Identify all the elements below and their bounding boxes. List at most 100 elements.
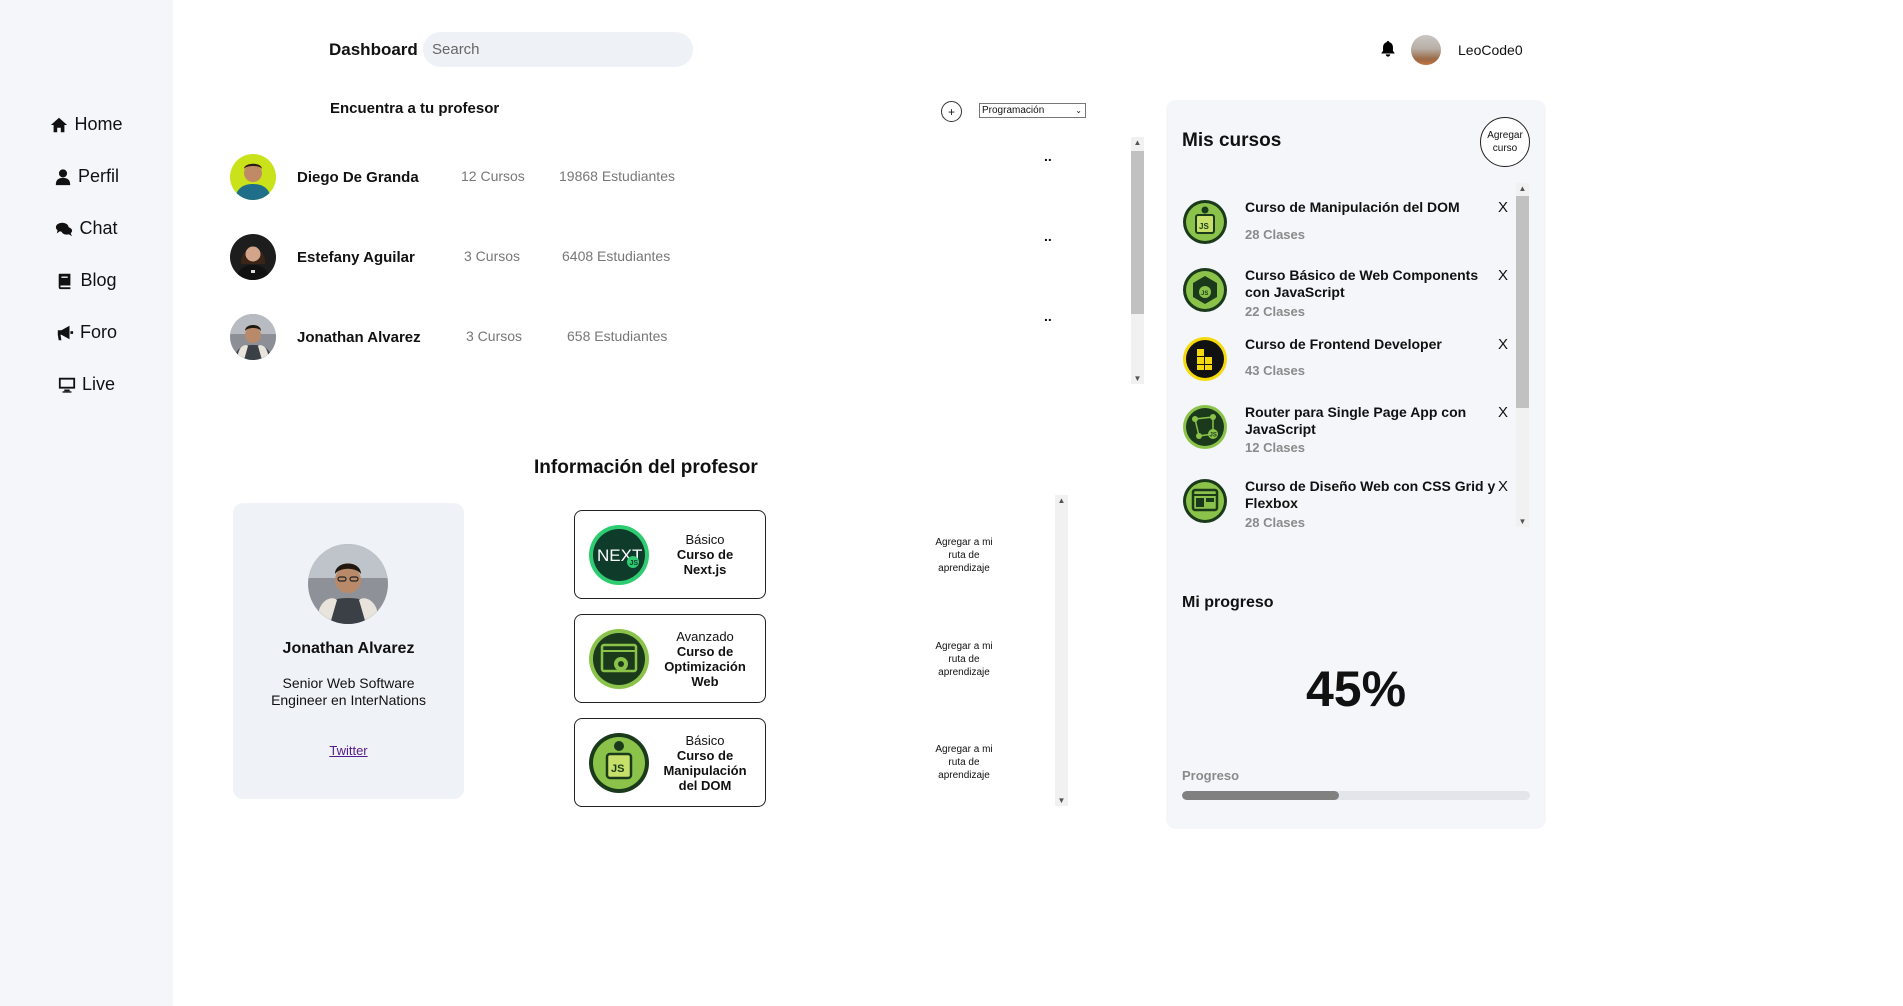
frontend-icon (1183, 337, 1227, 381)
progress-bar (1182, 791, 1530, 800)
remove-course-button[interactable]: X (1498, 267, 1508, 284)
my-course-classes: 43 Clases (1245, 363, 1305, 378)
add-button[interactable]: + (941, 101, 962, 122)
svg-text:JS: JS (611, 763, 624, 775)
add-to-route-button[interactable]: Agregar a mi ruta de aprendizaje (926, 743, 1002, 782)
teachers-scrollbar[interactable]: ▲ ▼ (1131, 137, 1144, 384)
teacher-students: 658 Estudiantes (567, 328, 668, 344)
category-select[interactable]: Programación ⌄ (979, 103, 1086, 118)
scroll-down-icon[interactable]: ▼ (1055, 796, 1068, 805)
sidebar-item-label: Perfil (77, 166, 119, 186)
scroll-down-icon[interactable]: ▼ (1131, 374, 1144, 383)
add-to-route-button[interactable]: Agregar a mi ruta de aprendizaje (926, 640, 1002, 679)
add-course-button[interactable]: Agregar curso (1480, 117, 1530, 167)
user-avatar[interactable] (1411, 35, 1441, 65)
teacher-row[interactable]: Estefany Aguilar 3 Cursos 6408 Estudiant… (230, 228, 1060, 282)
my-course-title: Curso Básico de Web Components con JavaS… (1245, 267, 1479, 300)
progress-bar-fill (1182, 791, 1339, 800)
book-icon (59, 273, 71, 289)
my-course-classes: 28 Clases (1245, 515, 1305, 530)
remove-course-button[interactable]: X (1498, 404, 1508, 421)
scroll-up-icon[interactable]: ▲ (1131, 138, 1144, 147)
sidebar-item-label: Blog (80, 270, 117, 290)
teacher-photo (308, 544, 388, 624)
scroll-up-icon[interactable]: ▲ (1516, 184, 1529, 193)
sidebar: Home Perfil Chat Blog Foro Live (0, 0, 173, 1006)
course-card[interactable]: Avanzado Curso de Optimización Web (574, 614, 766, 703)
remove-course-button[interactable]: X (1498, 199, 1508, 216)
teacher-name: Estefany Aguilar (297, 249, 415, 266)
my-courses-scrollbar[interactable]: ▲ ▼ (1516, 183, 1529, 527)
progress-label: Progreso (1182, 768, 1240, 783)
home-icon (51, 117, 68, 132)
sidebar-item-perfil[interactable]: Perfil (0, 166, 173, 187)
web-components-icon: JS (1183, 268, 1227, 312)
svg-text:JS: JS (1201, 291, 1208, 297)
teacher-profile-card: Jonathan Alvarez Senior Web Software Eng… (233, 503, 464, 799)
course-card[interactable]: NEXT JS Básico Curso de Next.js (574, 510, 766, 599)
dom-js-icon: JS (1183, 200, 1227, 244)
my-course-title: Curso de Frontend Developer (1245, 336, 1442, 352)
user-icon (55, 168, 71, 185)
teacher-row[interactable]: Jonathan Alvarez 3 Cursos 658 Estudiante… (230, 308, 1060, 362)
sidebar-item-label: Live (81, 374, 116, 394)
scrollbar-thumb[interactable] (1516, 196, 1529, 408)
sidebar-item-blog[interactable]: Blog (0, 270, 173, 291)
more-options-icon[interactable]: .. (1044, 228, 1052, 244)
teacher-name: Diego De Granda (297, 169, 419, 186)
course-name: Curso de Manipulación del DOM (663, 747, 747, 793)
username[interactable]: LeoCode0 (1458, 42, 1523, 58)
svg-text:JS: JS (630, 560, 639, 567)
sidebar-item-label: Chat (79, 218, 118, 238)
nextjs-icon: NEXTJS (589, 525, 649, 585)
sidebar-item-chat[interactable]: Chat (0, 218, 173, 239)
megaphone-icon (57, 325, 74, 340)
my-course-classes: 22 Clases (1245, 304, 1305, 319)
scroll-up-icon[interactable]: ▲ (1055, 496, 1068, 505)
more-options-icon[interactable]: .. (1044, 148, 1052, 164)
teacher-courses: 3 Cursos (466, 328, 523, 344)
sidebar-item-label: Foro (79, 322, 117, 342)
teacher-info-title: Información del profesor (534, 457, 758, 478)
twitter-link[interactable]: Twitter (233, 743, 464, 758)
my-course-classes: 12 Clases (1245, 440, 1305, 455)
teacher-students: 19868 Estudiantes (559, 168, 675, 184)
category-select-value: Programación (982, 105, 1045, 116)
course-name: Curso de Optimización Web (664, 643, 746, 689)
teacher-courses-scrollbar[interactable]: ▲ ▼ (1055, 495, 1068, 806)
my-course-title: Curso de Manipulación del DOM (1245, 199, 1460, 215)
course-name: Curso de Next.js (676, 547, 734, 577)
bell-icon[interactable] (1379, 40, 1397, 58)
dom-js-icon: JS (589, 733, 649, 793)
scrollbar-thumb[interactable] (1131, 151, 1144, 314)
teacher-avatar (230, 154, 276, 200)
my-courses-panel: Mis cursos Agregar curso JS Curso de Man… (1166, 100, 1546, 829)
router-spa-icon: JS (1183, 405, 1227, 449)
search-input[interactable] (423, 32, 693, 67)
sidebar-item-label: Home (74, 114, 123, 134)
teacher-courses: 3 Cursos (464, 248, 521, 264)
more-options-icon[interactable]: .. (1044, 308, 1052, 324)
monitor-icon (58, 377, 76, 393)
progress-percent: 45% (1305, 661, 1407, 717)
my-course-title: Curso de Diseño Web con CSS Grid y Flexb… (1245, 478, 1496, 511)
teacher-name: Jonathan Alvarez (297, 329, 421, 346)
page-title: Dashboard (329, 40, 418, 59)
my-course-title: Router para Single Page App con JavaScri… (1245, 404, 1467, 437)
add-to-route-button[interactable]: Agregar a mi ruta de aprendizaje (926, 536, 1002, 575)
sidebar-item-foro[interactable]: Foro (0, 322, 173, 343)
teacher-avatar (230, 314, 276, 360)
progress-title: Mi progreso (1182, 594, 1274, 611)
course-level: Básico (685, 732, 725, 748)
teacher-row[interactable]: Diego De Granda 12 Cursos 19868 Estudian… (230, 148, 1060, 202)
remove-course-button[interactable]: X (1498, 336, 1508, 353)
course-card[interactable]: JS Básico Curso de Manipulación del DOM (574, 718, 766, 807)
my-course-classes: 28 Clases (1245, 227, 1305, 242)
remove-course-button[interactable]: X (1498, 478, 1508, 495)
teacher-avatar (230, 234, 276, 280)
scroll-down-icon[interactable]: ▼ (1516, 517, 1529, 526)
my-courses-title: Mis cursos (1182, 130, 1282, 151)
chat-icon (56, 222, 73, 236)
sidebar-item-home[interactable]: Home (0, 114, 173, 135)
sidebar-item-live[interactable]: Live (0, 374, 173, 395)
